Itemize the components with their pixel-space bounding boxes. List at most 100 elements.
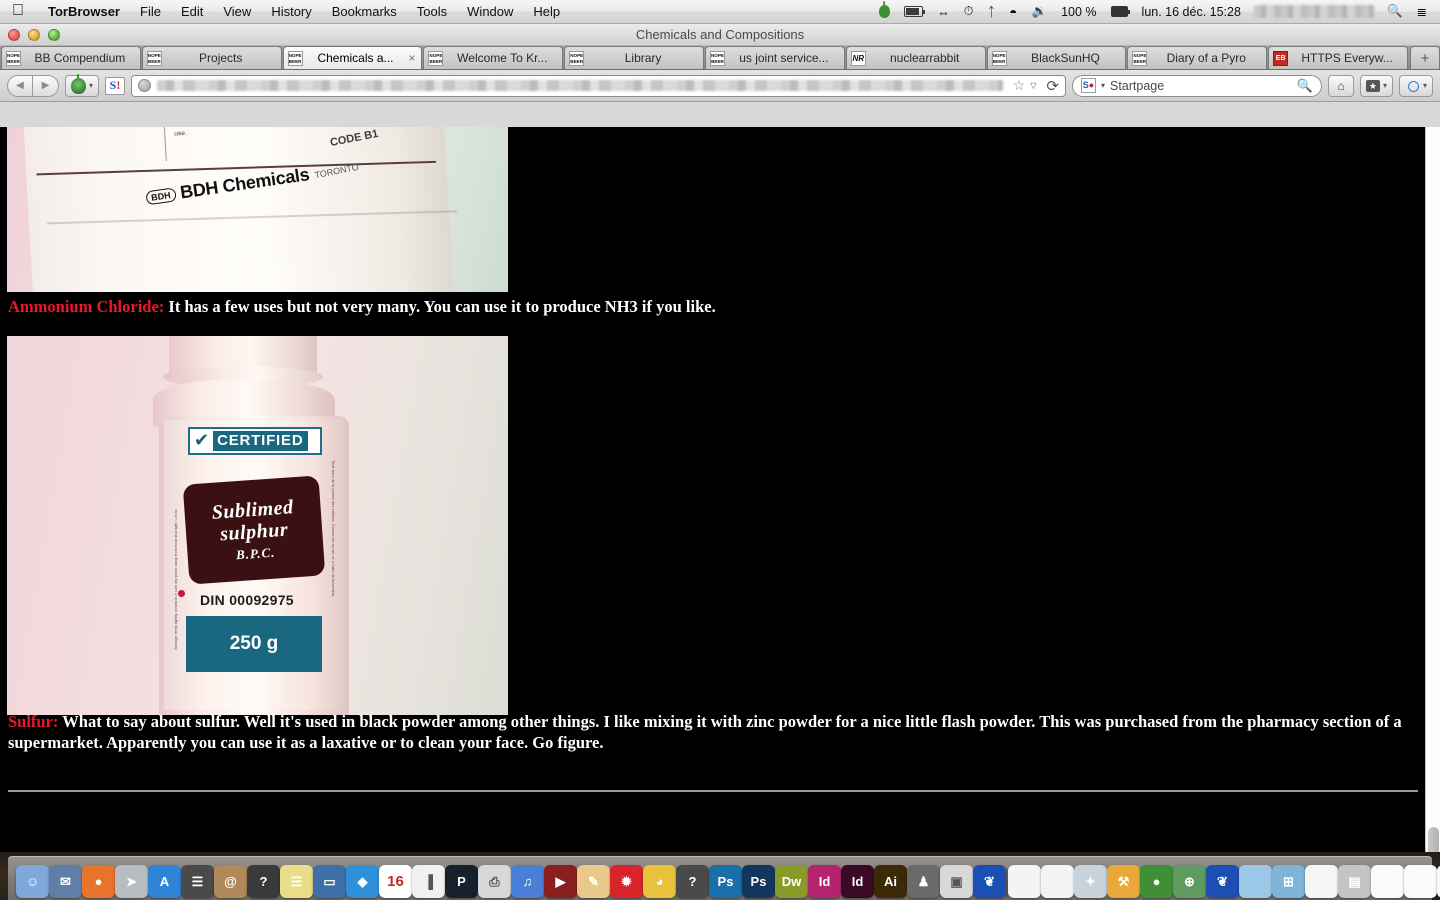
chevron-down-icon[interactable]: ▾ xyxy=(1101,81,1105,90)
dock-item-indesign-alt[interactable]: Id xyxy=(841,865,874,898)
dock-item-firefox[interactable]: ● xyxy=(82,865,115,898)
menu-history[interactable]: History xyxy=(261,4,321,19)
dock-item-globe-browser[interactable]: ⊕ xyxy=(1173,865,1206,898)
dock-item-launchpad[interactable]: ➤ xyxy=(115,865,148,898)
dock-item-windows-folder[interactable]: ⊞ xyxy=(1272,865,1305,898)
tab-welcome-to-kr[interactable]: NOPE BEER Welcome To Kr... xyxy=(423,46,564,69)
dock-item-address-book[interactable]: @ xyxy=(214,865,247,898)
dock-item-printer[interactable]: ⎙ xyxy=(478,865,511,898)
tab-library[interactable]: NOPE BEER Library xyxy=(564,46,704,69)
volume-icon[interactable]: 🔉 xyxy=(1025,1,1055,23)
tab-blacksunhq[interactable]: NOPE BEER BlackSunHQ xyxy=(986,46,1127,69)
spotlight-search-icon[interactable]: 🔍 xyxy=(1380,1,1410,23)
bookmarks-button[interactable]: ▾ xyxy=(1359,74,1393,97)
menu-tools[interactable]: Tools xyxy=(407,4,457,19)
dock-item-bluebird-app-2[interactable]: ❦ xyxy=(1206,865,1239,898)
dock-item-keynote[interactable]: ▭ xyxy=(313,865,346,898)
new-tab-button[interactable]: + xyxy=(1409,46,1440,69)
menu-file[interactable]: File xyxy=(130,4,171,19)
dock-item-minimized-doc-1[interactable] xyxy=(1371,865,1404,898)
dock-item-minimized-doc-2[interactable] xyxy=(1404,865,1437,898)
menu-bookmarks[interactable]: Bookmarks xyxy=(322,4,407,19)
tab-close-icon[interactable]: × xyxy=(408,51,415,65)
battery-status-icon[interactable] xyxy=(897,1,930,23)
dock-item-folder[interactable] xyxy=(1239,865,1272,898)
forward-button[interactable]: ▶ xyxy=(33,74,59,97)
back-button[interactable]: ◀ xyxy=(7,74,33,97)
url-text-blurred[interactable] xyxy=(157,80,1003,91)
dock-item-robot-app[interactable]: ♟ xyxy=(907,865,940,898)
dock-item-photoshop[interactable]: Ps xyxy=(709,865,742,898)
dock-item-powerpoint[interactable]: P xyxy=(445,865,478,898)
tab-chemicals-active[interactable]: NOPE BEER Chemicals a... × xyxy=(282,46,423,69)
bluetooth-icon[interactable]: ᛏ xyxy=(981,1,1003,23)
chevron-down-icon[interactable]: ▽ xyxy=(1030,81,1036,90)
url-bar[interactable]: ☆ ▽ ⟳ xyxy=(131,74,1066,97)
torbutton[interactable]: ▾ xyxy=(65,73,100,97)
tab-nuclearrabbit[interactable]: NR nuclearrabbit xyxy=(845,46,986,69)
apple-menu-icon[interactable]:  xyxy=(12,2,24,19)
dock-item-bluebird-app[interactable]: ❦ xyxy=(973,865,1006,898)
dock-item-calendar[interactable]: 16 xyxy=(379,865,412,898)
tab-https-everywhere[interactable]: EB HTTPS Everyw... xyxy=(1268,46,1408,69)
dock-item-illustrator[interactable]: Ai xyxy=(874,865,907,898)
close-button[interactable] xyxy=(8,28,20,41)
dock-item-rubber-duck[interactable]: ◕ xyxy=(643,865,676,898)
dock-item-minimized-window-1[interactable] xyxy=(1305,865,1338,898)
tor-settings-button[interactable]: ▾ xyxy=(1398,74,1433,97)
noscript-button[interactable]: S! xyxy=(105,76,126,95)
dock-item-text-document-2[interactable] xyxy=(1041,865,1074,898)
zoom-button[interactable] xyxy=(48,28,60,41)
tab-projects[interactable]: NOPE BEER Projects xyxy=(141,46,282,69)
dock-item-tor-onion[interactable]: ● xyxy=(1140,865,1173,898)
time-machine-icon[interactable]: ⏱ xyxy=(957,1,981,23)
battery-icon[interactable] xyxy=(1104,1,1135,23)
bookmark-star-icon[interactable]: ☆ xyxy=(1013,77,1026,94)
minimize-button[interactable] xyxy=(28,28,40,41)
ammonium-chloride-bottle-photo[interactable]: Arsenic0.00025% Iron0.0002% Lead0.0002% … xyxy=(7,127,508,292)
menubar-clock[interactable]: lun. 16 déc. 15:28 xyxy=(1135,1,1248,23)
dock-item-safari[interactable]: ✦ xyxy=(1074,865,1107,898)
wifi-icon[interactable]: ◓ xyxy=(1002,1,1024,23)
dock-item-dropbox[interactable]: ◆ xyxy=(346,865,379,898)
tab-diary-of-a-pyro[interactable]: NOPE BEER Diary of a Pyro xyxy=(1127,46,1268,69)
menu-view[interactable]: View xyxy=(213,4,261,19)
dock-item-orange-tool-app[interactable]: ⚒ xyxy=(1107,865,1140,898)
dock-item-pages[interactable]: ✎ xyxy=(577,865,610,898)
search-input[interactable]: Startpage xyxy=(1110,79,1292,93)
dock-item-dreamweaver[interactable]: Dw xyxy=(775,865,808,898)
network-arrows-icon[interactable]: ↔ xyxy=(930,1,957,23)
menu-edit[interactable]: Edit xyxy=(171,4,213,19)
dock-item-indesign[interactable]: Id xyxy=(808,865,841,898)
tab-us-joint-service[interactable]: NOPE BEER us joint service... xyxy=(704,46,845,69)
dock-item-minimized-window-2[interactable]: ▤ xyxy=(1338,865,1371,898)
menu-window[interactable]: Window xyxy=(457,4,523,19)
vertical-scrollbar[interactable] xyxy=(1425,127,1440,876)
dock-item-photoshop-alt[interactable]: Ps xyxy=(742,865,775,898)
dock-item-text-document[interactable] xyxy=(1008,865,1041,898)
home-button[interactable]: ⌂ xyxy=(1327,74,1354,97)
search-bar[interactable]: S● ▾ Startpage 🔍 xyxy=(1071,74,1322,97)
menu-help[interactable]: Help xyxy=(523,4,570,19)
dock-item-stickies[interactable]: ☰ xyxy=(280,865,313,898)
dock-item-finder[interactable]: ☺ xyxy=(16,865,49,898)
menu-app-name[interactable]: TorBrowser xyxy=(38,4,130,19)
search-icon[interactable]: 🔍 xyxy=(1297,78,1313,94)
notification-center-icon[interactable]: ≣ xyxy=(1410,1,1434,23)
dock-item-imovie[interactable]: ▶ xyxy=(544,865,577,898)
dock-item-utilities-folder[interactable]: ☰ xyxy=(181,865,214,898)
window-titlebar[interactable]: Chemicals and Compositions xyxy=(0,24,1440,46)
dock-item-iphoto[interactable]: ▣ xyxy=(940,865,973,898)
dock-item-pomodoro[interactable]: ✹ xyxy=(610,865,643,898)
dock-item-unknown-app[interactable]: ? xyxy=(676,865,709,898)
reload-icon[interactable]: ⟳ xyxy=(1046,77,1059,95)
tab-bb-compendium[interactable]: NOPE BEER BB Compendium xyxy=(1,46,141,69)
tor-onion-status-icon[interactable] xyxy=(872,1,897,23)
user-name-blurred[interactable] xyxy=(1253,5,1374,18)
dock-item-mail[interactable]: ✉ xyxy=(49,865,82,898)
dock-item-numbers[interactable]: ▐ xyxy=(412,865,445,898)
sulfur-bottle-photo[interactable]: Storage: keep tightly closed in a cool d… xyxy=(7,336,508,715)
dock-item-app-store[interactable]: A xyxy=(148,865,181,898)
dock-item-help-viewer[interactable]: ? xyxy=(247,865,280,898)
dock-item-itunes[interactable]: ♫ xyxy=(511,865,544,898)
